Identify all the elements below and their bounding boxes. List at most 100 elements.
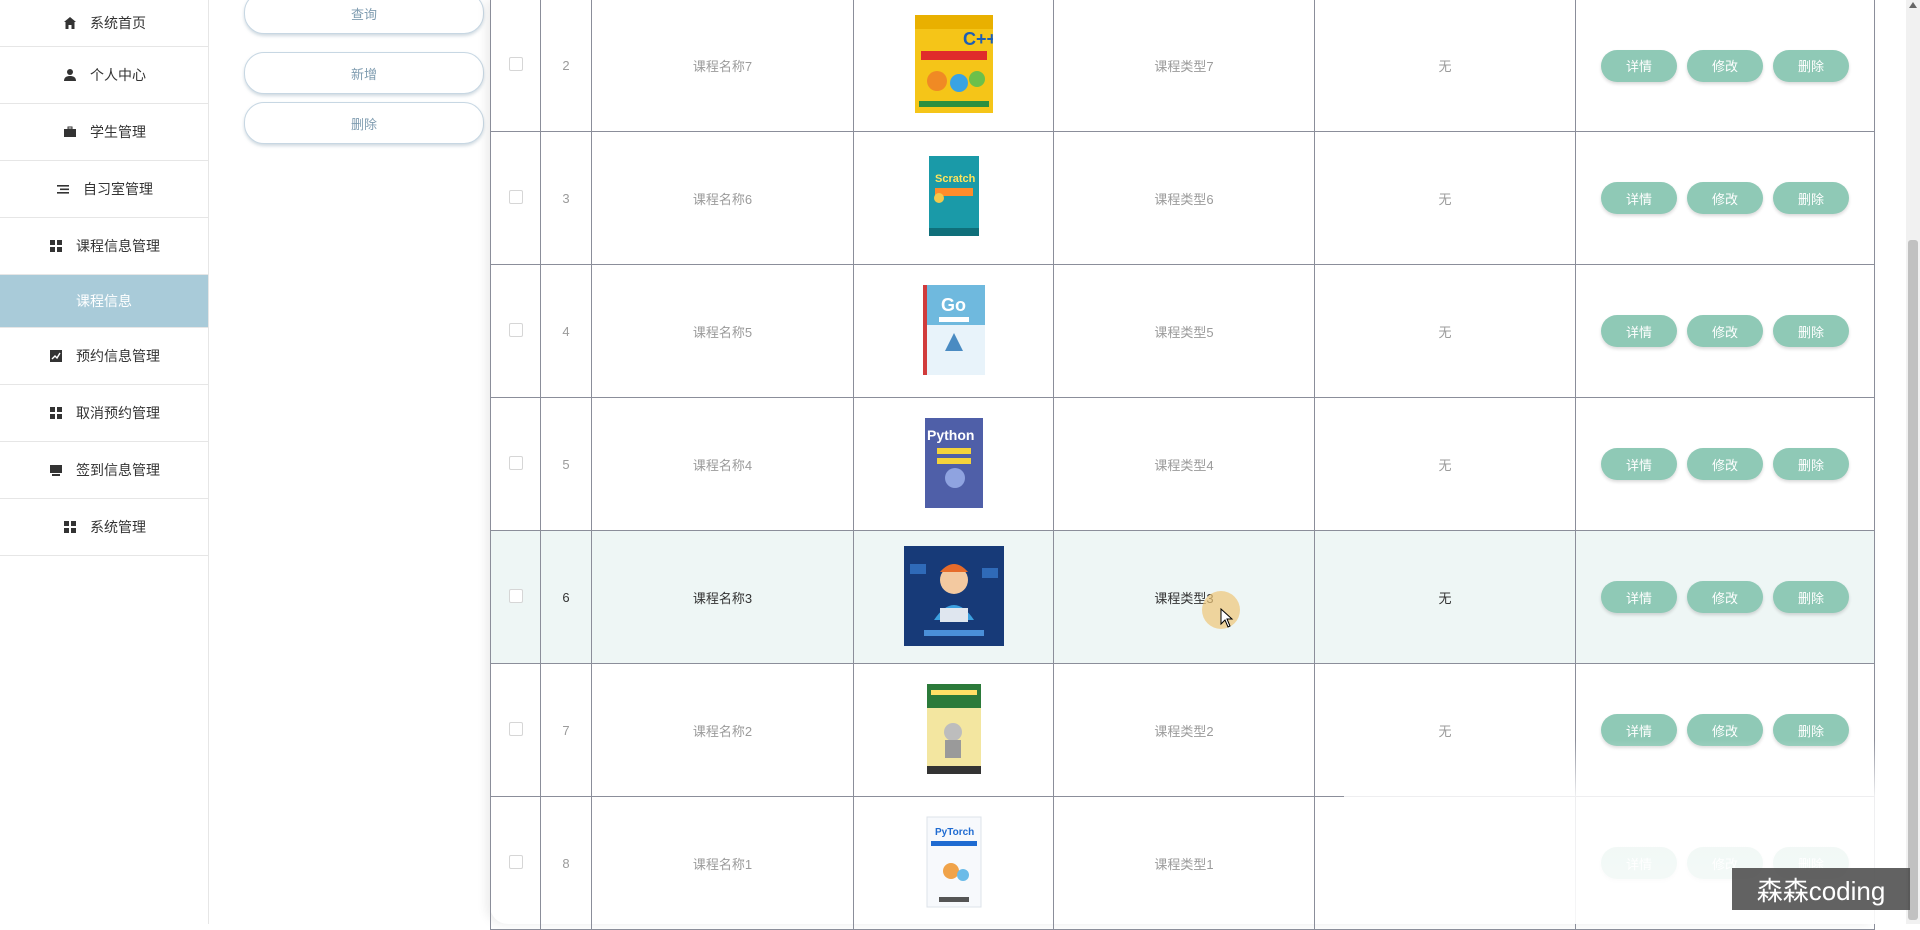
row-index: 6	[540, 530, 592, 664]
sidebar-item-label: 自习室管理	[83, 181, 153, 197]
course-name: 课程名称5	[591, 264, 854, 398]
course-cover-image	[903, 545, 1004, 646]
sidebar: 系统首页 个人中心 学生管理 自习室管理 课程信息管理 课程信息 预约信息管理	[0, 0, 209, 924]
sidebar-item-course-info[interactable]: 课程信息	[0, 275, 208, 328]
sidebar-item-label: 系统管理	[90, 519, 146, 535]
course-cover-image: Scratch	[928, 155, 979, 236]
cover-title: Go	[941, 295, 966, 315]
table-row[interactable]: 7 课程名称2 课程类型2 无 详情 修改 删除	[490, 663, 1875, 797]
sidebar-item-label: 个人中心	[90, 67, 146, 83]
row-index: 7	[540, 663, 592, 797]
course-name: 课程名称2	[591, 663, 854, 797]
detail-button[interactable]: 详情	[1601, 714, 1677, 746]
detail-button[interactable]: 详情	[1601, 182, 1677, 214]
detail-button[interactable]: 详情	[1601, 581, 1677, 613]
sidebar-item-label: 课程信息管理	[76, 238, 160, 254]
edit-button[interactable]: 修改	[1687, 448, 1763, 480]
row-checkbox[interactable]	[508, 588, 523, 603]
course-note: 无	[1314, 131, 1576, 265]
row-index: 8	[540, 796, 592, 930]
delete-button[interactable]: 删除	[1773, 182, 1849, 214]
delete-button[interactable]: 删除	[1773, 581, 1849, 613]
course-note: 无	[1314, 530, 1576, 664]
course-name: 课程名称7	[591, 0, 854, 132]
sidebar-item-checkin[interactable]: 签到信息管理	[0, 442, 208, 499]
sidebar-item-profile[interactable]: 个人中心	[0, 47, 208, 104]
detail-button[interactable]: 详情	[1601, 49, 1677, 82]
sidebar-item-course-management[interactable]: 课程信息管理	[0, 218, 208, 275]
batch-delete-button[interactable]: 删除	[244, 102, 484, 144]
detail-button[interactable]: 详情	[1601, 315, 1677, 347]
course-cover-image: PyTorch	[926, 816, 981, 907]
row-index: 5	[540, 397, 592, 531]
sidebar-item-label: 学生管理	[90, 124, 146, 140]
cover-title: Scratch	[935, 173, 976, 185]
delete-button[interactable]: 删除	[1773, 448, 1849, 480]
course-name: 课程名称3	[591, 530, 854, 664]
table-row[interactable]: 2 课程名称7 C++ 课程类型7 无 详情 修改 删除	[490, 0, 1875, 132]
course-type: 课程类型2	[1053, 663, 1315, 797]
sidebar-item-reservations[interactable]: 预约信息管理	[0, 328, 208, 385]
delete-button[interactable]: 删除	[1773, 714, 1849, 746]
home-icon	[62, 15, 78, 31]
sidebar-item-label: 系统首页	[90, 15, 146, 31]
sidebar-item-students[interactable]: 学生管理	[0, 104, 208, 161]
row-checkbox[interactable]	[508, 721, 523, 736]
edit-button[interactable]: 修改	[1687, 714, 1763, 746]
sidebar-item-label: 课程信息	[76, 293, 132, 309]
scroll-up-arrow-icon[interactable]	[1909, 2, 1917, 8]
table-row[interactable]: 5 课程名称4 Python 课程类型4 无 详情 修改 删除	[490, 397, 1875, 531]
edit-button[interactable]: 修改	[1687, 581, 1763, 613]
course-table: 2 课程名称7 C++ 课程类型7 无 详情 修改 删除 3 课程名称6 Scr…	[490, 0, 1875, 930]
add-button[interactable]: 新增	[244, 52, 484, 94]
cover-title: Python	[927, 427, 974, 443]
course-note: 无	[1314, 264, 1576, 398]
row-checkbox[interactable]	[508, 322, 523, 337]
row-index: 2	[540, 0, 592, 132]
table-row-highlighted[interactable]: 6 课程名称3 课程类型3 无 详情 修改 删除	[490, 530, 1875, 664]
course-name: 课程名称6	[591, 131, 854, 265]
table-row[interactable]: 4 课程名称5 Go 课程类型5 无 详情 修改 删除	[490, 264, 1875, 398]
sidebar-item-home[interactable]: 系统首页	[0, 0, 208, 47]
detail-button[interactable]: 详情	[1601, 847, 1677, 879]
scrollbar-thumb[interactable]	[1908, 240, 1918, 920]
row-index: 3	[540, 131, 592, 265]
row-checkbox[interactable]	[508, 455, 523, 470]
sidebar-item-cancellations[interactable]: 取消预约管理	[0, 385, 208, 442]
sidebar-item-study-room[interactable]: 自习室管理	[0, 161, 208, 218]
course-note: 无	[1314, 663, 1576, 797]
row-checkbox[interactable]	[508, 57, 523, 71]
course-name: 课程名称4	[591, 397, 854, 531]
delete-button[interactable]: 删除	[1773, 49, 1849, 82]
grid-icon	[48, 238, 64, 254]
sidebar-item-label: 取消预约管理	[76, 405, 160, 421]
delete-button[interactable]: 删除	[1773, 315, 1849, 347]
course-type: 课程类型4	[1053, 397, 1315, 531]
user-icon	[62, 67, 78, 83]
table-row[interactable]: 8 课程名称1 PyTorch 课程类型1 详情 修改 删除	[490, 796, 1875, 930]
course-name: 课程名称1	[591, 796, 854, 930]
grid-icon	[62, 519, 78, 535]
table-row[interactable]: 3 课程名称6 Scratch 课程类型6 无 详情 修改 删除	[490, 131, 1875, 265]
row-checkbox[interactable]	[508, 854, 523, 869]
row-checkbox[interactable]	[508, 189, 523, 204]
course-cover-image: C++	[914, 15, 993, 113]
detail-button[interactable]: 详情	[1601, 448, 1677, 480]
edit-button[interactable]: 修改	[1687, 315, 1763, 347]
vertical-scrollbar[interactable]	[1906, 0, 1920, 924]
course-cover-image: Go	[922, 284, 985, 375]
edit-button[interactable]: 修改	[1687, 182, 1763, 214]
course-type: 课程类型6	[1053, 131, 1315, 265]
row-index: 4	[540, 264, 592, 398]
sidebar-item-label: 预约信息管理	[76, 348, 160, 364]
course-type: 课程类型7	[1053, 0, 1315, 132]
watermark: 森森coding	[1732, 868, 1910, 910]
edit-button[interactable]: 修改	[1687, 49, 1763, 82]
course-type: 课程类型3	[1053, 530, 1315, 664]
query-button[interactable]: 查询	[244, 0, 484, 34]
mouse-cursor-icon	[1220, 608, 1234, 628]
sidebar-item-system[interactable]: 系统管理	[0, 499, 208, 556]
course-type: 课程类型1	[1053, 796, 1315, 930]
course-cover-image	[926, 683, 981, 774]
list-icon	[55, 181, 71, 197]
